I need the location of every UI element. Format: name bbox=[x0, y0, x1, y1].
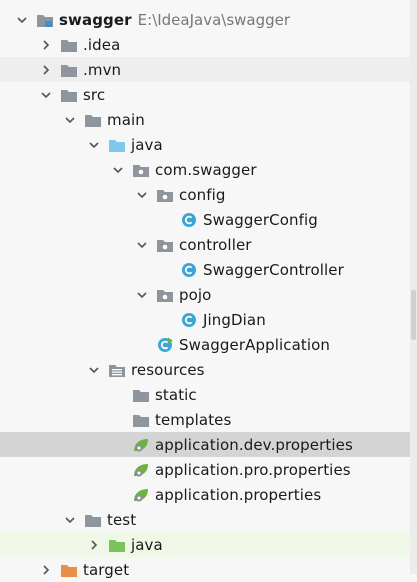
project-name: swagger bbox=[59, 10, 132, 29]
folder-icon bbox=[84, 512, 102, 528]
folder-icon bbox=[132, 412, 150, 428]
tree-node[interactable]: main bbox=[0, 107, 417, 132]
tree-node-label: static bbox=[155, 385, 197, 404]
chevron-down-icon[interactable] bbox=[110, 162, 126, 178]
tree-node[interactable]: java bbox=[0, 532, 417, 557]
tree-node[interactable]: .mvn bbox=[0, 57, 417, 82]
package-icon bbox=[156, 237, 174, 253]
chevron-right-icon[interactable] bbox=[38, 62, 54, 78]
tree-node-label: SwaggerConfig bbox=[203, 210, 318, 229]
package-icon bbox=[156, 287, 174, 303]
tree-node-label: controller bbox=[179, 235, 252, 254]
chevron-right-icon[interactable] bbox=[38, 562, 54, 578]
package-icon bbox=[132, 162, 150, 178]
tree-node[interactable]: config bbox=[0, 182, 417, 207]
spring-properties-icon bbox=[132, 487, 150, 503]
spring-properties-icon bbox=[132, 437, 150, 453]
vertical-scrollbar[interactable] bbox=[410, 0, 417, 574]
tree-node-label: main bbox=[107, 110, 145, 129]
excluded-folder-icon bbox=[60, 562, 78, 578]
tree-node-label: pojo bbox=[179, 285, 212, 304]
scrollbar-thumb[interactable] bbox=[411, 290, 416, 340]
module-folder-icon bbox=[36, 12, 54, 28]
chevron-down-icon[interactable] bbox=[62, 112, 78, 128]
chevron-down-icon[interactable] bbox=[86, 362, 102, 378]
tree-node-label: application.pro.properties bbox=[155, 460, 351, 479]
chevron-down-icon[interactable] bbox=[134, 287, 150, 303]
class-icon bbox=[180, 262, 198, 278]
package-icon bbox=[156, 187, 174, 203]
tree-node-label: application.dev.properties bbox=[155, 435, 353, 454]
tree-node-label: com.swagger bbox=[155, 160, 257, 179]
folder-icon bbox=[84, 112, 102, 128]
resources-folder-icon bbox=[108, 362, 126, 378]
chevron-right-icon[interactable] bbox=[38, 37, 54, 53]
tree-node-label: SwaggerApplication bbox=[179, 335, 331, 354]
tree-node[interactable]: SwaggerController bbox=[0, 257, 417, 282]
project-path: E:\IdeaJava\swagger bbox=[137, 10, 291, 29]
tree-node-label: java bbox=[131, 535, 163, 554]
tree-node-label: .mvn bbox=[83, 60, 122, 79]
tree-node[interactable]: controller bbox=[0, 232, 417, 257]
tree-node[interactable]: src bbox=[0, 82, 417, 107]
tree-node[interactable]: SwaggerConfig bbox=[0, 207, 417, 232]
chevron-down-icon[interactable] bbox=[134, 237, 150, 253]
tree-node[interactable]: pojo bbox=[0, 282, 417, 307]
chevron-down-icon[interactable] bbox=[62, 512, 78, 528]
tree-node[interactable]: target bbox=[0, 557, 417, 582]
tree-node[interactable]: JingDian bbox=[0, 307, 417, 332]
tree-node[interactable]: .idea bbox=[0, 32, 417, 57]
tree-node-label: java bbox=[131, 135, 163, 154]
tree-node[interactable]: application.dev.properties bbox=[0, 432, 417, 457]
tree-node[interactable]: SwaggerApplication bbox=[0, 332, 417, 357]
tree-node[interactable]: application.pro.properties bbox=[0, 457, 417, 482]
source-folder-icon bbox=[108, 137, 126, 153]
test-source-folder-icon bbox=[108, 537, 126, 553]
tree-node[interactable]: java bbox=[0, 132, 417, 157]
chevron-down-icon[interactable] bbox=[134, 187, 150, 203]
tree-node-label: config bbox=[179, 185, 226, 204]
chevron-down-icon[interactable] bbox=[86, 137, 102, 153]
folder-icon bbox=[60, 62, 78, 78]
tree-node-label: JingDian bbox=[203, 310, 266, 329]
tree-node-label: target bbox=[83, 560, 130, 579]
tree-node[interactable]: templates bbox=[0, 407, 417, 432]
tree-node[interactable]: com.swagger bbox=[0, 157, 417, 182]
chevron-down-icon[interactable] bbox=[14, 12, 30, 28]
tree-node[interactable]: application.properties bbox=[0, 482, 417, 507]
class-icon bbox=[180, 212, 198, 228]
spring-boot-class-icon bbox=[156, 337, 174, 353]
tree-node[interactable]: resources bbox=[0, 357, 417, 382]
tree-node-label: resources bbox=[131, 360, 205, 379]
tree-node-label: SwaggerController bbox=[203, 260, 344, 279]
folder-icon bbox=[60, 37, 78, 53]
tree-node-label: templates bbox=[155, 410, 232, 429]
spring-properties-icon bbox=[132, 462, 150, 478]
class-icon bbox=[180, 312, 198, 328]
tree-node-label: test bbox=[107, 510, 137, 529]
chevron-down-icon[interactable] bbox=[38, 87, 54, 103]
tree-node-label: application.properties bbox=[155, 485, 322, 504]
folder-icon bbox=[60, 87, 78, 103]
folder-icon bbox=[132, 387, 150, 403]
tree-node[interactable]: test bbox=[0, 507, 417, 532]
tree-node-label: .idea bbox=[83, 35, 121, 54]
tree-node-label: src bbox=[83, 85, 106, 104]
tree-node-root[interactable]: swagger E:\IdeaJava\swagger bbox=[0, 7, 417, 32]
chevron-right-icon[interactable] bbox=[86, 537, 102, 553]
tree-node[interactable]: static bbox=[0, 382, 417, 407]
